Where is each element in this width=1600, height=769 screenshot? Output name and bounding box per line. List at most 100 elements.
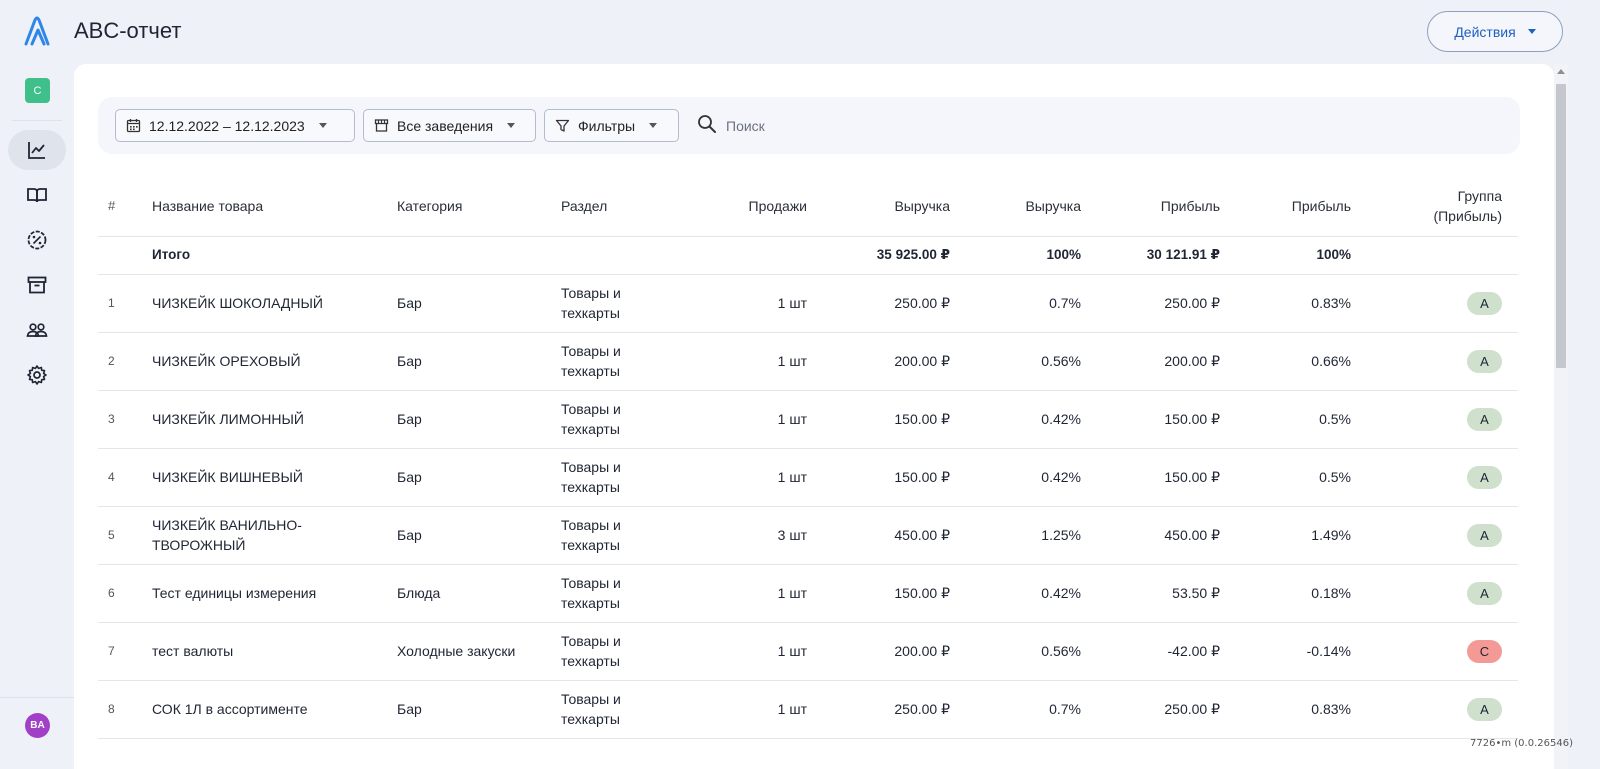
row-category: Бар — [387, 448, 551, 507]
column-header-group-line1: Группа — [1457, 188, 1502, 205]
row-profit-percent: 0.66% — [1230, 332, 1361, 391]
row-revenue-percent: 0.56% — [960, 332, 1091, 391]
venues-dropdown[interactable]: Все заведения — [363, 109, 536, 142]
caret-down-icon — [649, 123, 658, 128]
column-header-number[interactable]: # — [98, 177, 142, 237]
group-badge: A — [1467, 407, 1502, 431]
search-input[interactable] — [726, 114, 1026, 138]
group-badge: A — [1467, 291, 1502, 315]
row-sales: 3 шт — [661, 506, 817, 565]
sidebar-item-analytics[interactable] — [8, 130, 66, 170]
filters-label: Фильтры — [578, 117, 636, 134]
total-row: Итого 35 925.00 ₽ 100% 30 121.91 ₽ 100% — [98, 236, 1518, 275]
row-revenue-percent: 0.56% — [960, 622, 1091, 681]
column-header-profit[interactable]: Прибыль — [1091, 177, 1230, 237]
row-group: A — [1361, 448, 1518, 507]
users-icon — [26, 323, 48, 337]
row-revenue: 250.00 ₽ — [817, 680, 960, 739]
row-group: A — [1361, 390, 1518, 449]
column-header-category[interactable]: Категория — [387, 177, 551, 237]
caret-down-icon — [318, 123, 327, 128]
filters-dropdown[interactable]: Фильтры — [544, 109, 679, 142]
row-revenue: 200.00 ₽ — [817, 622, 960, 681]
percent-badge-icon — [27, 230, 47, 250]
app-logo-icon[interactable] — [23, 14, 51, 48]
row-profit: 250.00 ₽ — [1091, 680, 1230, 739]
sidebar-divider — [0, 697, 74, 698]
row-category: Блюда — [387, 564, 551, 623]
row-profit-percent: 0.83% — [1230, 274, 1361, 333]
table-row[interactable]: 1 ЧИЗКЕЙК ШОКОЛАДНЫЙ Бар Товары и техкарты 1… — [98, 274, 1518, 333]
table-row[interactable]: 7 тест валюты Холодные закуски Товары и тех… — [98, 622, 1518, 681]
group-badge: A — [1467, 523, 1502, 547]
row-revenue: 200.00 ₽ — [817, 332, 960, 391]
scroll-up-arrow-icon[interactable] — [1557, 69, 1565, 74]
row-sales: 1 шт — [661, 390, 817, 449]
actions-dropdown-button[interactable]: Действия — [1427, 11, 1563, 52]
store-icon — [374, 119, 389, 132]
sidebar: C BA — [0, 0, 74, 769]
column-header-sales[interactable]: Продажи — [661, 177, 817, 237]
user-avatar[interactable]: BA — [25, 713, 50, 738]
column-header-name[interactable]: Название товара — [142, 177, 387, 237]
row-profit: -42.00 ₽ — [1091, 622, 1230, 681]
row-revenue: 150.00 ₽ — [817, 564, 960, 623]
date-range-picker[interactable]: 12.12.2022 – 12.12.2023 — [115, 109, 355, 142]
row-profit-percent: 0.5% — [1230, 448, 1361, 507]
row-revenue-percent: 1.25% — [960, 506, 1091, 565]
sidebar-item-warehouse[interactable] — [8, 265, 66, 305]
sidebar-item-staff[interactable] — [8, 310, 66, 350]
row-sales: 1 шт — [661, 622, 817, 681]
table-row[interactable]: 4 ЧИЗКЕЙК ВИШНЕВЫЙ Бар Товары и техкарты 1 ш… — [98, 448, 1518, 507]
abc-report-table: # Название товара Категория Раздел Прода… — [98, 177, 1518, 739]
row-sales: 1 шт — [661, 274, 817, 333]
calendar-icon — [126, 119, 141, 133]
date-range-label: 12.12.2022 – 12.12.2023 — [149, 117, 305, 134]
row-section: Товары и техкарты — [551, 680, 661, 739]
row-number: 8 — [98, 680, 142, 739]
column-header-section[interactable]: Раздел — [551, 177, 661, 237]
table-row[interactable]: 8 СОК 1Л в ассортименте Бар Товары и техкар… — [98, 680, 1518, 739]
column-header-profit-percent[interactable]: Прибыль — [1230, 177, 1361, 237]
report-panel: 12.12.2022 – 12.12.2023 Все заведения Фи… — [74, 64, 1554, 769]
chart-line-icon — [28, 142, 45, 159]
column-header-revenue[interactable]: Выручка — [817, 177, 960, 237]
sidebar-divider — [12, 120, 62, 121]
group-badge: A — [1467, 465, 1502, 489]
venues-label: Все заведения — [397, 117, 494, 134]
sidebar-item-menu[interactable] — [8, 175, 66, 215]
row-name: ЧИЗКЕЙК ВАНИЛЬНО-ТВОРОЖНЫЙ — [142, 506, 387, 565]
total-profit-percent: 100% — [1230, 236, 1361, 275]
row-profit-percent: -0.14% — [1230, 622, 1361, 681]
group-badge: A — [1467, 581, 1502, 605]
row-section: Товары и техкарты — [551, 274, 661, 333]
row-name: СОК 1Л в ассортименте — [142, 680, 387, 739]
total-revenue-percent: 100% — [960, 236, 1091, 275]
row-category: Бар — [387, 274, 551, 333]
table-row[interactable]: 2 ЧИЗКЕЙК ОРЕХОВЫЙ Бар Товары и техкарты 1 ш… — [98, 332, 1518, 391]
row-group: A — [1361, 506, 1518, 565]
row-number: 5 — [98, 506, 142, 565]
column-header-revenue-percent[interactable]: Выручка — [960, 177, 1091, 237]
row-section: Товары и техкарты — [551, 506, 661, 565]
column-header-group[interactable]: Группа (Прибыль) — [1361, 177, 1518, 237]
table-row[interactable]: 3 ЧИЗКЕЙК ЛИМОННЫЙ Бар Товары и техкарты 1 ш… — [98, 390, 1518, 449]
version-label: 7726•m (0.0.26546) — [1470, 738, 1573, 749]
sidebar-item-settings[interactable] — [8, 355, 66, 395]
row-profit: 250.00 ₽ — [1091, 274, 1230, 333]
actions-label: Действия — [1454, 23, 1516, 40]
table-row[interactable]: 6 Тест единицы измерения Блюда Товары и тех… — [98, 564, 1518, 623]
row-group: A — [1361, 274, 1518, 333]
row-section: Товары и техкарты — [551, 390, 661, 449]
organization-badge[interactable]: C — [25, 78, 50, 103]
scrollbar-thumb[interactable] — [1556, 84, 1566, 368]
filter-bar: 12.12.2022 – 12.12.2023 Все заведения Фи… — [98, 97, 1520, 154]
row-revenue: 450.00 ₽ — [817, 506, 960, 565]
table-row[interactable]: 5 ЧИЗКЕЙК ВАНИЛЬНО-ТВОРОЖНЫЙ Бар Товары и т… — [98, 506, 1518, 565]
total-profit: 30 121.91 ₽ — [1091, 236, 1230, 275]
row-profit: 150.00 ₽ — [1091, 390, 1230, 449]
row-sales: 1 шт — [661, 564, 817, 623]
row-revenue: 150.00 ₽ — [817, 448, 960, 507]
sidebar-item-discounts[interactable] — [8, 220, 66, 260]
row-number: 3 — [98, 390, 142, 449]
